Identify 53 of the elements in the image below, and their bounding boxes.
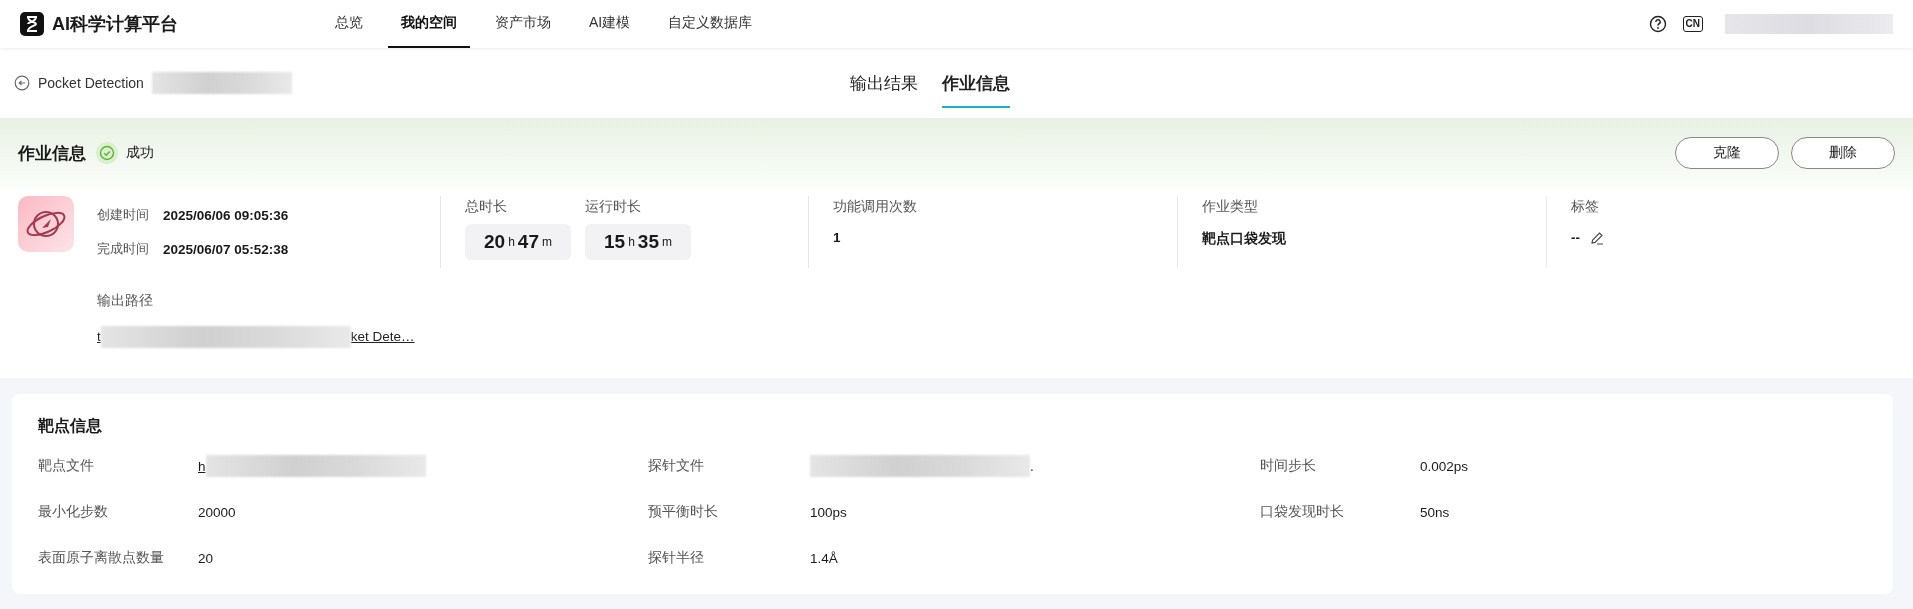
status-text: 成功 (126, 144, 154, 162)
field-label: 输出路径 (97, 292, 154, 310)
field-label: 探针文件 (648, 457, 704, 475)
section-heading: 靶点信息 (38, 416, 103, 436)
field-label: 作业类型 (1202, 198, 1259, 216)
help-icon[interactable] (1648, 15, 1667, 33)
nav-tab[interactable]: 自定义数据库 (655, 0, 766, 48)
field-value: 1.4Å (810, 550, 838, 566)
path-link[interactable]: t (97, 328, 101, 344)
field-label: 时间步长 (1260, 457, 1316, 475)
nav-tab[interactable]: 总览 (322, 0, 376, 48)
action-button[interactable]: 克隆 (1675, 137, 1779, 169)
field-label: 探针半径 (648, 549, 704, 567)
section-heading: 作业信息 (18, 142, 86, 165)
field-value: 靶点口袋发现 (1202, 230, 1286, 248)
field-label: 表面原子离散点数量 (38, 549, 164, 567)
duration-value: 20 h 47 m (465, 224, 571, 260)
view-tab[interactable]: 作业信息 (942, 58, 1010, 108)
field-value: 20 (198, 550, 214, 566)
path-link[interactable]: ket Dete… (350, 328, 415, 344)
action-button[interactable]: 删除 (1791, 137, 1895, 169)
hourglass-logo-icon (20, 12, 44, 36)
field-label: 运行时长 (585, 198, 642, 216)
nav-tab[interactable]: 资产市场 (482, 0, 564, 48)
language-button[interactable]: CN (1682, 16, 1703, 32)
field-value: -- (1571, 230, 1580, 245)
app-name: AI科学计算平台 (52, 13, 178, 36)
field-label: 总时长 (465, 198, 508, 216)
field-label: 最小化步数 (38, 503, 108, 521)
file-link[interactable]: h (198, 458, 206, 474)
field-value: 0.002ps (1420, 458, 1469, 474)
field-label: 标签 (1571, 198, 1600, 216)
field-label: 完成时间 (97, 240, 149, 258)
field-value: 20000 (198, 504, 236, 520)
back-icon[interactable] (14, 75, 30, 91)
field-label: 创建时间 (97, 206, 149, 224)
field-value: 1 (833, 230, 841, 245)
duration-value: 15 h 35 m (585, 224, 691, 260)
field-label: 功能调用次数 (833, 198, 918, 216)
field-value: 2025/06/07 05:52:38 (163, 241, 289, 257)
field-value: 100ps (810, 504, 847, 520)
edit-icon[interactable] (1590, 230, 1604, 245)
nav-tab[interactable]: AI建模 (576, 0, 644, 48)
job-title: Pocket Detection (38, 75, 144, 91)
planet-icon (18, 196, 74, 252)
field-label: 靶点文件 (38, 457, 94, 475)
field-value: 50ns (1420, 504, 1450, 520)
view-tab[interactable]: 输出结果 (850, 58, 918, 108)
field-value: . (1030, 458, 1034, 474)
check-icon (96, 142, 118, 164)
field-value: 2025/06/06 09:05:36 (163, 207, 289, 223)
field-label: 口袋发现时长 (1260, 503, 1344, 521)
field-label: 预平衡时长 (648, 503, 718, 521)
